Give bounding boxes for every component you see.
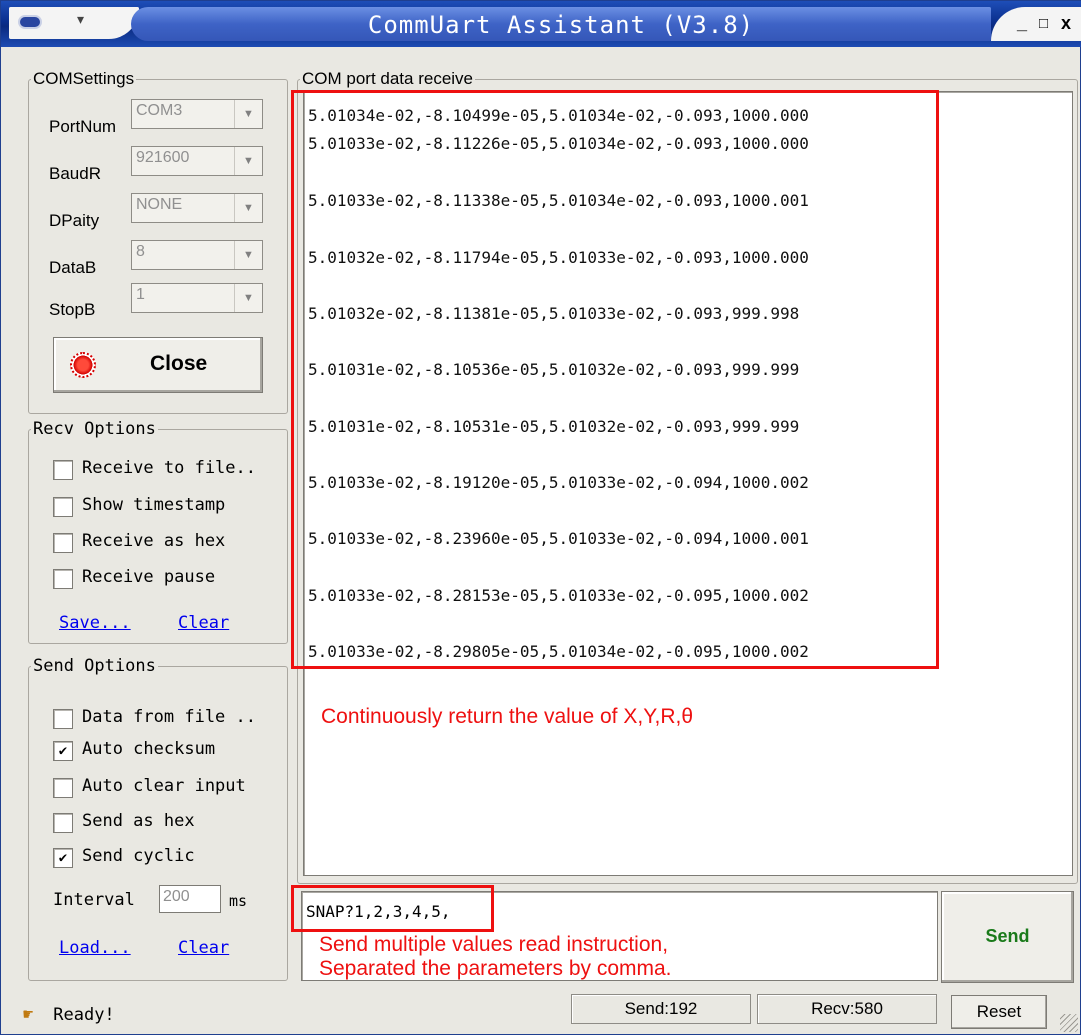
checkbox-box[interactable] — [53, 569, 73, 589]
recv-clear-link[interactable]: Clear — [178, 613, 229, 633]
send-highlight-box — [291, 885, 494, 932]
checkbox-box[interactable] — [53, 709, 73, 729]
load-link[interactable]: Load... — [59, 938, 131, 958]
close-port-button[interactable]: Close — [53, 337, 263, 393]
stopbits-value: 1 — [136, 286, 145, 303]
send-clear-link[interactable]: Clear — [178, 938, 229, 958]
minimize-icon[interactable]: _ — [1017, 13, 1027, 34]
checkmark-icon[interactable]: ✔ — [53, 741, 73, 761]
checkbox-label: Send cyclic — [82, 846, 195, 866]
stopbits-select[interactable]: 1 ▼ — [131, 283, 263, 313]
app-window: ▾ CommUart Assistant (V3.8) _ □ x COMSet… — [0, 0, 1081, 1035]
status-ready: ☛ Ready! — [23, 1005, 115, 1025]
status-led-icon — [70, 352, 96, 378]
checkbox-label: Auto checksum — [82, 739, 216, 759]
chevron-down-icon: ▾ — [77, 11, 85, 27]
receive-highlight-box — [291, 90, 939, 669]
close-port-label: Close — [150, 352, 208, 375]
send-options-legend: Send Options — [33, 656, 156, 676]
checkbox-box[interactable] — [53, 778, 73, 798]
chevron-down-icon[interactable]: ▼ — [234, 100, 262, 128]
checkbox-label: Data from file .. — [82, 707, 256, 727]
receive-annotation: Continuously return the value of X,Y,R,θ — [321, 705, 694, 728]
resize-grip-icon[interactable] — [1060, 1014, 1078, 1032]
recv-count: Recv:580 — [757, 994, 937, 1024]
app-icon — [18, 15, 42, 29]
send-annotation-line1: Send multiple values read instruction, — [319, 933, 669, 956]
parity-value: NONE — [136, 196, 183, 213]
chevron-down-icon[interactable]: ▼ — [234, 284, 262, 312]
databits-select[interactable]: 8 ▼ — [131, 240, 263, 270]
chevron-down-icon[interactable]: ▼ — [234, 147, 262, 175]
checkbox-label: Auto clear input — [82, 776, 246, 796]
window-controls: _ □ x — [991, 7, 1081, 41]
title-tab: CommUart Assistant (V3.8) — [131, 7, 991, 41]
com-settings-legend: COMSettings — [33, 69, 135, 88]
checkbox-label: Receive pause — [82, 567, 216, 587]
baud-label: BaudR — [49, 164, 101, 183]
maximize-icon[interactable]: □ — [1039, 15, 1048, 32]
send-annotation-line2: Separated the parameters by comma. — [319, 957, 672, 980]
save-link[interactable]: Save... — [59, 613, 131, 633]
checkbox-box[interactable] — [53, 813, 73, 833]
pointing-hand-icon: ☛ — [23, 1005, 34, 1025]
port-value: COM3 — [136, 102, 183, 119]
checkbox-label: Send as hex — [82, 811, 195, 831]
reset-button[interactable]: Reset — [951, 995, 1047, 1029]
interval-input[interactable]: 200 — [159, 885, 221, 913]
baud-select[interactable]: 921600 ▼ — [131, 146, 263, 176]
port-select[interactable]: COM3 ▼ — [131, 99, 263, 129]
checkbox-box[interactable] — [53, 460, 73, 480]
send-button[interactable]: Send — [941, 891, 1074, 983]
recv-options-legend: Recv Options — [33, 419, 156, 439]
baud-value: 921600 — [136, 149, 190, 166]
window-title: CommUart Assistant (V3.8) — [367, 11, 755, 39]
status-ready-text: Ready! — [53, 1005, 115, 1025]
checkbox-label: Show timestamp — [82, 495, 226, 515]
send-count: Send:192 — [571, 994, 751, 1024]
stopbits-label: StopB — [49, 300, 96, 319]
chevron-down-icon[interactable]: ▼ — [234, 194, 262, 222]
receive-legend: COM port data receive — [302, 69, 474, 88]
interval-unit: ms — [229, 892, 248, 910]
checkbox-label: Receive to file.. — [82, 458, 256, 478]
databits-value: 8 — [136, 243, 145, 260]
port-label: PortNum — [49, 117, 117, 136]
parity-select[interactable]: NONE ▼ — [131, 193, 263, 223]
checkbox-label: Receive as hex — [82, 531, 226, 551]
interval-label: Interval — [53, 890, 135, 910]
checkmark-icon[interactable]: ✔ — [53, 848, 73, 868]
status-bar: ☛ Ready! Send:192 Recv:580 Reset — [1, 991, 1081, 1035]
checkbox-box[interactable] — [53, 497, 73, 517]
databits-label: DataB — [49, 258, 97, 277]
system-menu-button[interactable]: ▾ — [9, 7, 139, 39]
chevron-down-icon[interactable]: ▼ — [234, 241, 262, 269]
close-icon[interactable]: x — [1061, 13, 1071, 34]
checkbox-box[interactable] — [53, 533, 73, 553]
parity-label: DPaity — [49, 211, 100, 230]
title-bar[interactable]: ▾ CommUart Assistant (V3.8) _ □ x — [1, 1, 1081, 47]
